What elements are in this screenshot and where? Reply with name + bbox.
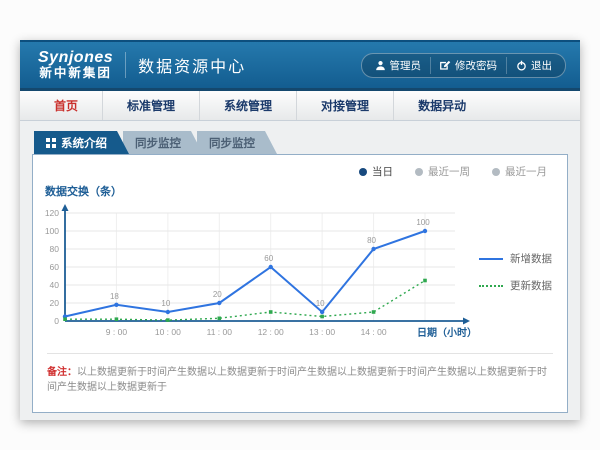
legend-item-0: 新增数据 <box>479 251 552 266</box>
legend-item-1: 更新数据 <box>479 278 552 293</box>
company-logo: Synjones 新中新集团 <box>38 50 113 80</box>
data-point <box>166 310 170 314</box>
line-chart: 0 20 40 60 80 100 120 9 : 00 10 : 00 11 : 00 12 : … <box>37 199 479 351</box>
grid-icon <box>46 138 56 148</box>
nav-item-3[interactable]: 对接管理 <box>296 91 393 120</box>
header: Synjones 新中新集团 数据资源中心 管理员 修改密码 退出 <box>20 40 580 88</box>
app-window: Synjones 新中新集团 数据资源中心 管理员 修改密码 退出 首页标准管理… <box>20 40 580 420</box>
content-area: 系统介绍 同步监控 同步监控 当日 最近一周 最近一月 数据交换（条） 0 20 40 60 8… <box>20 121 580 413</box>
radio-label: 最近一周 <box>428 164 470 179</box>
x-tick-label: 9 : 00 <box>106 327 128 337</box>
tab-2[interactable]: 同步监控 <box>197 131 277 154</box>
chart-legend: 新增数据更新数据 <box>479 251 552 351</box>
radio-dot-icon <box>492 168 500 176</box>
x-tick-label: 12 : 00 <box>258 327 284 337</box>
user-menu-button[interactable]: 管理员 <box>366 57 431 74</box>
user-label: 管理员 <box>390 58 422 73</box>
change-password-label: 修改密码 <box>455 58 497 73</box>
user-icon <box>375 60 386 71</box>
radio-dot-icon <box>359 168 367 176</box>
data-point <box>166 318 170 322</box>
y-tick-label: 20 <box>50 298 60 308</box>
x-axis-title: 日期（小时） <box>417 326 477 339</box>
time-range-option-0[interactable]: 当日 <box>359 164 393 179</box>
data-point <box>115 317 119 321</box>
time-range-filter: 当日 最近一周 最近一月 <box>33 155 567 179</box>
x-tick-label: 11 : 00 <box>207 327 233 337</box>
radio-label: 当日 <box>372 164 393 179</box>
time-range-option-2[interactable]: 最近一月 <box>492 164 547 179</box>
point-value-label: 80 <box>367 236 376 245</box>
data-point <box>114 303 118 307</box>
x-tick-label: 10 : 00 <box>155 327 181 337</box>
legend-swatch-icon <box>479 285 503 287</box>
data-point <box>423 279 427 283</box>
tab-bar: 系统介绍 同步监控 同步监控 <box>34 131 580 154</box>
chart-row: 0 20 40 60 80 100 120 9 : 00 10 : 00 11 : 00 12 : … <box>33 199 567 351</box>
main-nav: 首页标准管理系统管理对接管理数据异动 <box>20 88 580 121</box>
data-point <box>63 317 67 321</box>
x-tick-label: 13 : 00 <box>309 327 335 337</box>
tab-0[interactable]: 系统介绍 <box>34 131 129 154</box>
data-point <box>371 247 375 251</box>
logo-text-en: Synjones <box>38 50 113 67</box>
y-tick-label: 60 <box>50 262 60 272</box>
x-tick-label: 14 : 00 <box>361 327 387 337</box>
nav-item-2[interactable]: 系统管理 <box>199 91 296 120</box>
point-value-label: 100 <box>416 218 430 227</box>
radio-dot-icon <box>415 168 423 176</box>
y-tick-label: 0 <box>54 316 59 326</box>
tab-label: 同步监控 <box>209 135 255 151</box>
power-icon <box>516 60 527 71</box>
data-point <box>423 229 427 233</box>
user-toolbar: 管理员 修改密码 退出 <box>361 53 567 78</box>
nav-item-0[interactable]: 首页 <box>30 91 102 120</box>
change-password-button[interactable]: 修改密码 <box>430 57 506 74</box>
y-axis-title: 数据交换（条） <box>45 183 567 199</box>
footnote: 备注：以上数据更新于时间产生数据以上数据更新于时间产生数据以上数据更新于时间产生… <box>47 353 553 393</box>
nav-item-1[interactable]: 标准管理 <box>102 91 199 120</box>
point-value-label: 10 <box>316 299 325 308</box>
data-point <box>217 301 221 305</box>
legend-swatch-icon <box>479 258 503 260</box>
y-tick-label: 120 <box>45 208 59 218</box>
y-tick-label: 40 <box>50 280 60 290</box>
edit-icon <box>440 60 451 71</box>
data-point <box>269 310 273 314</box>
point-value-label: 20 <box>213 290 222 299</box>
data-point <box>320 310 324 314</box>
header-divider <box>125 52 126 78</box>
data-point <box>269 265 273 269</box>
page-title: 数据资源中心 <box>138 53 246 77</box>
data-point <box>217 317 221 321</box>
tab-1[interactable]: 同步监控 <box>123 131 203 154</box>
point-value-label: 18 <box>110 292 119 301</box>
data-point <box>320 315 324 319</box>
time-range-option-1[interactable]: 最近一周 <box>415 164 470 179</box>
logout-button[interactable]: 退出 <box>506 57 561 74</box>
radio-label: 最近一月 <box>505 164 547 179</box>
tab-label: 同步监控 <box>135 135 181 151</box>
chart-panel: 当日 最近一周 最近一月 数据交换（条） 0 20 40 60 80 100 120 9 : 00… <box>32 154 568 413</box>
nav-item-4[interactable]: 数据异动 <box>393 91 490 120</box>
point-value-label: 10 <box>161 299 170 308</box>
point-value-label: 60 <box>264 254 273 263</box>
y-tick-label: 100 <box>45 226 59 236</box>
data-point <box>372 310 376 314</box>
logo-text-cn: 新中新集团 <box>38 67 113 80</box>
footnote-prefix: 备注： <box>47 367 77 378</box>
footnote-text: 以上数据更新于时间产生数据以上数据更新于时间产生数据以上数据更新于时间产生数据以… <box>47 367 547 393</box>
legend-label: 更新数据 <box>510 278 552 293</box>
series-line-1 <box>65 281 425 321</box>
y-tick-label: 80 <box>50 244 60 254</box>
legend-label: 新增数据 <box>510 251 552 266</box>
logout-label: 退出 <box>531 58 552 73</box>
tab-label: 系统介绍 <box>61 135 107 151</box>
